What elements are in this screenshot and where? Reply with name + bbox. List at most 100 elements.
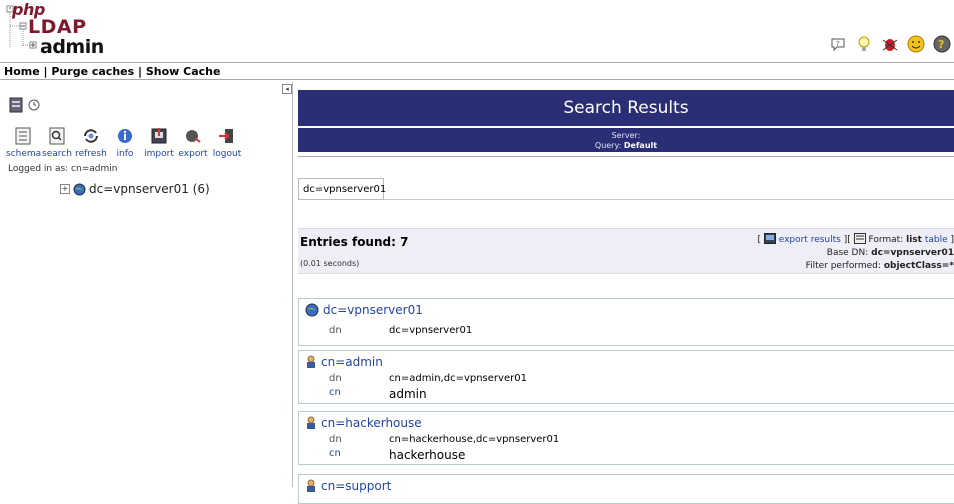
tool-logout[interactable]: logout: [210, 126, 244, 159]
result-entry: cn=admin dn cn=admin,dc=vpnserver01 cn a…: [298, 350, 954, 404]
clock-icon[interactable]: [28, 99, 40, 111]
divider: [384, 199, 954, 200]
results-meta: [ export results ][ Format: list table ]…: [757, 233, 954, 273]
divider: [298, 156, 954, 157]
tool-label: refresh: [75, 149, 107, 159]
entry-title-link[interactable]: dc=vpnserver01: [323, 303, 423, 317]
tool-schema[interactable]: schema: [6, 126, 42, 159]
format-row: [ export results ][ Format: list table ]: [757, 233, 954, 245]
attribute-value: hackerhouse: [389, 448, 466, 462]
entry-attribute-row: dn cn=admin,dc=vpnserver01: [329, 373, 527, 384]
entry-title[interactable]: dc=vpnserver01: [305, 303, 423, 317]
lightbulb-icon[interactable]: [854, 34, 874, 54]
entry-title-link[interactable]: cn=admin: [321, 355, 383, 369]
attribute-name: dn: [329, 325, 342, 336]
purge-caches-link[interactable]: Purge caches: [51, 65, 134, 78]
tree-node-root[interactable]: + dc=vpnserver01 (6): [60, 182, 210, 196]
globe-icon: [73, 183, 86, 195]
page-title: Search Results: [298, 90, 954, 126]
svg-text:?: ?: [836, 40, 840, 48]
format-label: Format:: [868, 235, 904, 245]
logout-icon: [219, 129, 233, 143]
export-icon: [186, 130, 201, 143]
entry-title[interactable]: cn=admin: [305, 355, 383, 369]
entry-attribute-row: dn cn=hackerhouse,dc=vpnserver01: [329, 434, 559, 445]
tool-label: search: [42, 149, 72, 159]
export-results-icon: [763, 233, 776, 244]
base-dn-value: dc=vpnserver01: [871, 248, 954, 258]
attribute-value: cn=admin,dc=vpnserver01: [389, 373, 527, 384]
entries-found-count: 7: [400, 235, 409, 249]
tab-base-dn[interactable]: dc=vpnserver01: [298, 178, 386, 200]
server-icon[interactable]: [8, 96, 26, 114]
server-icons: [8, 96, 40, 114]
tool-label: logout: [212, 149, 242, 159]
result-entry: dc=vpnserver01 dn dc=vpnserver01: [298, 298, 954, 346]
result-entry: cn=support: [298, 474, 954, 504]
left-panel: ◂ schema search refresh info import expo…: [0, 82, 293, 487]
attribute-value: dc=vpnserver01: [389, 325, 473, 336]
menu-separator: |: [134, 65, 146, 78]
phpldapadmin-logo[interactable]: php LDAP admin: [6, 0, 116, 60]
svg-text:?: ?: [938, 38, 944, 51]
base-dn-row: Base DN: dc=vpnserver01: [757, 247, 954, 260]
logged-in-label: Logged in as: cn=admin: [8, 164, 118, 174]
entry-title[interactable]: cn=hackerhouse: [305, 416, 422, 430]
attribute-name: dn: [329, 434, 342, 445]
tool-label: schema: [6, 149, 42, 159]
query-time: (0.01 seconds): [300, 259, 360, 268]
menu-separator: |: [39, 65, 52, 78]
result-entry: cn=hackerhouse dn cn=hackerhouse,dc=vpns…: [298, 411, 954, 465]
home-link[interactable]: Home: [4, 65, 40, 78]
tool-refresh[interactable]: refresh: [74, 126, 108, 159]
help-icon[interactable]: ?: [932, 34, 952, 54]
info-icon: [118, 129, 132, 143]
attribute-name[interactable]: cn: [329, 448, 389, 462]
tool-info[interactable]: info: [108, 126, 142, 159]
filter-value: objectClass=*: [883, 261, 954, 271]
menu-bar: Home | Purge caches | Show Cache: [0, 62, 954, 80]
export-results-link[interactable]: export results: [779, 235, 841, 245]
user-icon: [307, 479, 315, 492]
logo-ldap: LDAP: [28, 16, 87, 38]
tool-export[interactable]: export: [176, 126, 210, 159]
smiley-icon[interactable]: [906, 34, 926, 54]
filter-label: Filter performed:: [805, 261, 881, 271]
logo-admin: admin: [40, 36, 104, 58]
query-label: Query:: [594, 141, 622, 150]
user-icon: [307, 416, 315, 429]
entries-found-label: Entries found:: [300, 235, 396, 249]
bug-icon[interactable]: [880, 34, 900, 54]
entry-title[interactable]: cn=support: [305, 479, 391, 493]
globe-icon: [305, 303, 319, 317]
import-icon: [151, 128, 167, 144]
tool-label: import: [144, 149, 174, 159]
query-value: Default: [623, 141, 658, 150]
tool-search[interactable]: search: [40, 126, 74, 159]
schema-icon: [15, 127, 31, 145]
refresh-icon: [84, 129, 98, 143]
expand-icon[interactable]: +: [60, 184, 70, 194]
attribute-name: dn: [329, 373, 342, 384]
entry-attribute-row: cn admin: [329, 387, 427, 401]
collapse-panel-button[interactable]: ◂: [282, 84, 292, 94]
header-icons: ? ?: [828, 34, 952, 54]
entries-found: Entries found: 7: [300, 235, 408, 249]
entry-title-link[interactable]: cn=hackerhouse: [321, 416, 422, 430]
entry-attribute-row: dn dc=vpnserver01: [329, 325, 472, 336]
attribute-value: admin: [389, 387, 427, 401]
tree-node-label[interactable]: dc=vpnserver01 (6): [89, 182, 210, 196]
entry-attribute-row: cn hackerhouse: [329, 448, 465, 462]
attribute-name[interactable]: cn: [329, 387, 389, 401]
show-cache-link[interactable]: Show Cache: [146, 65, 221, 78]
format-icon: [853, 233, 866, 244]
entry-title-link[interactable]: cn=support: [321, 479, 391, 493]
filter-row: Filter performed: objectClass=*: [757, 260, 954, 273]
results-subheader: Server: Query: Default: [298, 128, 954, 152]
speech-bubble-icon[interactable]: ?: [828, 34, 848, 54]
format-table-link[interactable]: table: [925, 235, 948, 245]
header: php LDAP admin ? ?: [0, 0, 954, 62]
toolbar: schema search refresh info import export…: [6, 126, 244, 159]
tool-label: export: [178, 149, 208, 159]
tool-import[interactable]: import: [142, 126, 176, 159]
